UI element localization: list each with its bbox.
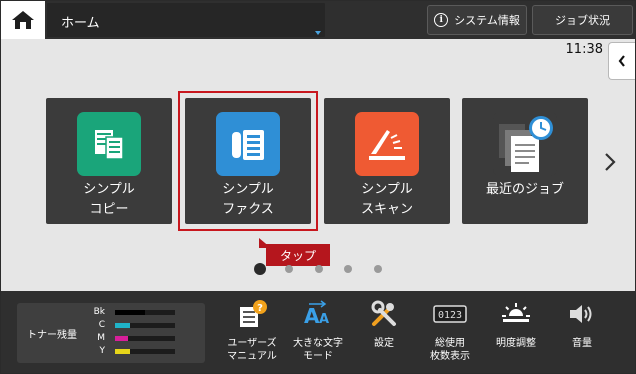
toner-label: C bbox=[98, 320, 105, 330]
bottom-bar: トナー残量 Bk C M Y ? ユーザーズ マニュアル A A 大きな文字 モ… bbox=[1, 291, 635, 373]
tile-icon-bg bbox=[355, 112, 419, 176]
bottom-item-label: 大きな文字 モード bbox=[287, 337, 349, 363]
scan-icon bbox=[369, 130, 405, 160]
bottom-item-label-line1: 音量 bbox=[572, 338, 592, 349]
toner-track bbox=[115, 336, 175, 341]
bottom-item-label-line1: 設定 bbox=[374, 338, 394, 349]
toner-fill bbox=[115, 310, 145, 315]
toner-track bbox=[115, 310, 175, 315]
settings-icon bbox=[371, 300, 396, 326]
side-panel-tab[interactable] bbox=[608, 42, 635, 80]
brightness-button[interactable]: 明度調整 bbox=[485, 297, 547, 369]
home-screen: ホーム i システム情報 ジョブ状況 11:38 シンプル コピー シンプル フ… bbox=[0, 0, 636, 374]
tile-label-line1: シンプル bbox=[83, 182, 135, 197]
counter-icon: 0123 bbox=[433, 305, 467, 323]
tap-callout: タップ bbox=[266, 244, 330, 266]
toner-label: M bbox=[97, 333, 105, 343]
screen-title-area[interactable]: ホーム bbox=[47, 3, 325, 37]
brightness-icon bbox=[502, 303, 530, 322]
tile-label-line2: コピー bbox=[89, 202, 129, 217]
bottom-item-label-line1: 明度調整 bbox=[496, 338, 536, 349]
tile-label: シンプル スキャン bbox=[324, 180, 450, 220]
tap-highlight-frame bbox=[178, 91, 318, 231]
total-count-button[interactable]: 0123 総使用 枚数表示 bbox=[419, 297, 481, 369]
svg-text:?: ? bbox=[257, 303, 263, 314]
toner-fill bbox=[115, 349, 130, 354]
home-icon bbox=[12, 11, 34, 29]
bottom-item-label-line1: 大きな文字 bbox=[293, 338, 343, 349]
clock: 11:38 bbox=[565, 42, 603, 57]
toner-fill bbox=[115, 336, 129, 341]
chevron-left-icon bbox=[618, 55, 625, 67]
toner-label: Bk bbox=[93, 307, 105, 317]
volume-icon bbox=[570, 305, 592, 323]
volume-button[interactable]: 音量 bbox=[551, 297, 613, 369]
large-text-icon: A A bbox=[304, 300, 329, 328]
tile-icon-bg bbox=[77, 112, 141, 176]
tile-label-line1: シンプル bbox=[361, 182, 413, 197]
bottom-item-label: 明度調整 bbox=[485, 337, 547, 350]
top-bar: ホーム i システム情報 ジョブ状況 bbox=[1, 1, 635, 39]
system-info-label: システム情報 bbox=[454, 14, 520, 27]
home-button[interactable] bbox=[1, 1, 45, 39]
screen-title: ホーム bbox=[61, 16, 100, 31]
svg-text:A: A bbox=[304, 304, 320, 328]
bottom-item-label-line1: ユーザーズ bbox=[227, 338, 277, 349]
info-icon: i bbox=[434, 13, 449, 27]
tile-recent-jobs[interactable]: 最近のジョブ bbox=[462, 98, 588, 224]
toner-track bbox=[115, 349, 175, 354]
bottom-item-label: 設定 bbox=[353, 337, 415, 350]
page-dot[interactable] bbox=[374, 265, 382, 273]
bottom-item-label: 音量 bbox=[551, 337, 613, 350]
system-info-button[interactable]: i システム情報 bbox=[427, 5, 527, 35]
chevron-right-icon bbox=[605, 153, 616, 171]
tile-label-line1: 最近のジョブ bbox=[485, 182, 564, 197]
bottom-item-label: ユーザーズ マニュアル bbox=[221, 337, 283, 363]
job-status-button[interactable]: ジョブ状況 bbox=[532, 5, 633, 35]
toner-level-panel: トナー残量 Bk C M Y bbox=[17, 303, 205, 363]
toner-row-bk: Bk bbox=[85, 307, 195, 318]
recent-jobs-icon bbox=[499, 116, 553, 172]
tile-simple-copy[interactable]: シンプル コピー bbox=[46, 98, 172, 224]
toner-row-m: M bbox=[85, 333, 195, 344]
user-manual-button[interactable]: ? ユーザーズ マニュアル bbox=[221, 297, 283, 369]
job-status-label: ジョブ状況 bbox=[555, 14, 610, 27]
svg-text:0123: 0123 bbox=[438, 310, 462, 321]
page-dot[interactable] bbox=[344, 265, 352, 273]
bottom-item-label-line1: 総使用 bbox=[435, 338, 465, 349]
bottom-item-label-line2: マニュアル bbox=[227, 351, 277, 362]
settings-button[interactable]: 設定 bbox=[353, 297, 415, 369]
page-dot[interactable] bbox=[285, 265, 293, 273]
bottom-item-label: 総使用 枚数表示 bbox=[419, 337, 481, 363]
tile-icon-bg bbox=[493, 112, 557, 176]
tile-label: 最近のジョブ bbox=[462, 180, 588, 200]
tile-simple-scan[interactable]: シンプル スキャン bbox=[324, 98, 450, 224]
toner-label: Y bbox=[99, 346, 106, 356]
toner-row-y: Y bbox=[85, 346, 195, 357]
svg-text:A: A bbox=[319, 312, 329, 327]
user-manual-icon: ? bbox=[240, 300, 267, 327]
title-caret-icon bbox=[315, 31, 321, 35]
toner-row-c: C bbox=[85, 320, 195, 331]
page-dot[interactable] bbox=[315, 265, 323, 273]
copy-icon bbox=[95, 130, 124, 160]
toner-fill bbox=[115, 323, 130, 328]
page-dot-active[interactable] bbox=[254, 263, 266, 275]
tile-label-line2: スキャン bbox=[360, 202, 413, 217]
bottom-item-label-line2: 枚数表示 bbox=[430, 351, 470, 362]
large-text-mode-button[interactable]: A A 大きな文字 モード bbox=[287, 297, 349, 369]
tile-label: シンプル コピー bbox=[46, 180, 172, 220]
next-page-button[interactable] bbox=[601, 151, 619, 173]
toner-track bbox=[115, 323, 175, 328]
bottom-item-label-line2: モード bbox=[303, 351, 333, 362]
toner-title: トナー残量 bbox=[27, 330, 77, 341]
